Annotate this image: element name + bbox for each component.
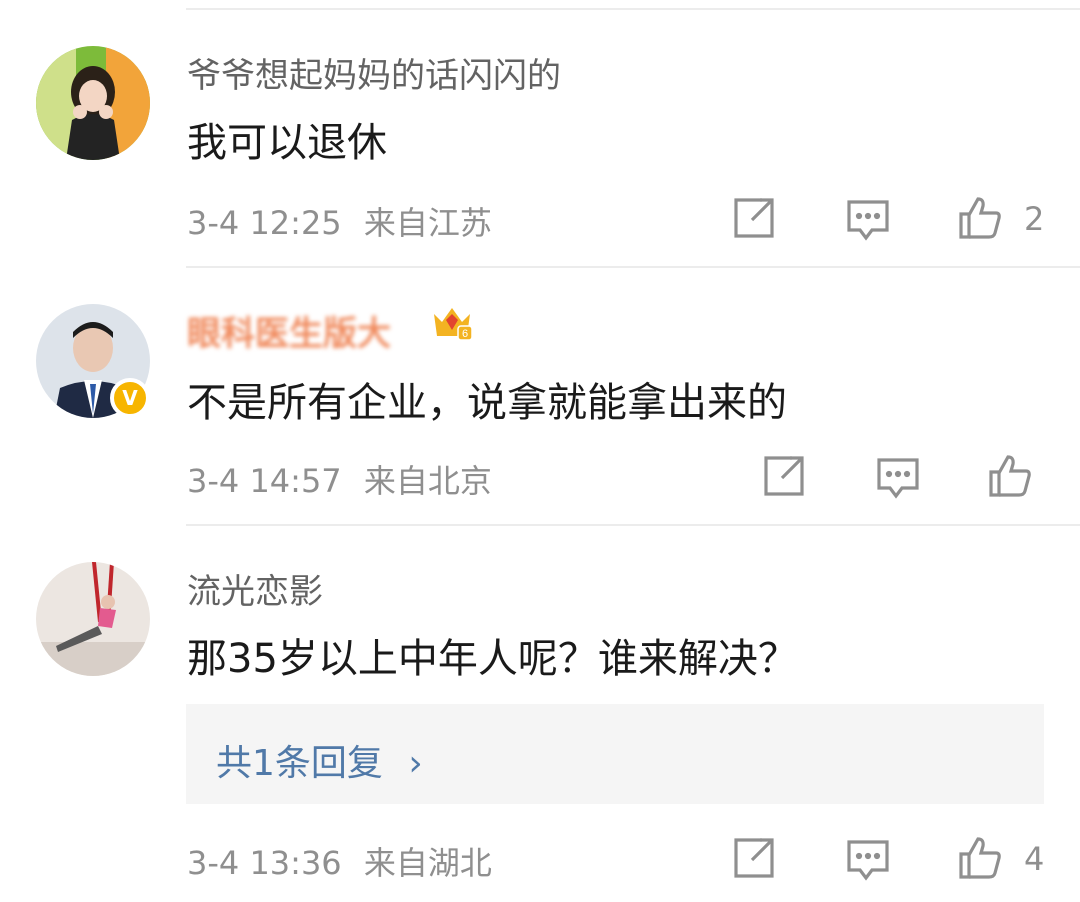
comment-location: 来自北京 xyxy=(363,462,492,500)
comment-location: 来自江苏 xyxy=(363,204,492,242)
crown-level: 6 xyxy=(462,328,468,340)
comment-icon[interactable] xyxy=(846,198,890,242)
like-icon[interactable] xyxy=(988,454,1032,498)
comment-icon[interactable] xyxy=(846,838,890,882)
verified-badge: V xyxy=(110,378,150,418)
chevron-right-icon: › xyxy=(408,743,423,784)
comment-meta: 3-4 14:57 来自北京 xyxy=(187,456,492,502)
reply-box[interactable]: 共1条回复 › xyxy=(186,704,1044,804)
comment-icon[interactable] xyxy=(876,456,920,500)
username[interactable]: 流光恋影 xyxy=(187,564,323,613)
like-count: 4 xyxy=(1024,840,1045,878)
comment-location: 来自湖北 xyxy=(363,844,492,882)
like-count: 2 xyxy=(1024,200,1045,238)
like-icon[interactable] xyxy=(958,836,1002,880)
comment-meta: 3-4 13:36 来自湖北 xyxy=(187,838,492,884)
comment-text: 不是所有企业，说拿就能拿出来的 xyxy=(187,380,787,426)
comment-time: 3-4 14:57 xyxy=(187,462,342,500)
view-replies-link[interactable]: 共1条回复 › xyxy=(216,734,423,786)
divider xyxy=(186,8,1080,10)
repost-icon[interactable] xyxy=(762,454,806,498)
divider xyxy=(186,524,1080,526)
comment-time: 3-4 12:25 xyxy=(187,204,342,242)
repost-icon[interactable] xyxy=(732,196,776,240)
divider xyxy=(186,266,1080,268)
repost-icon[interactable] xyxy=(732,836,776,880)
like-icon[interactable] xyxy=(958,196,1002,240)
avatar[interactable] xyxy=(36,562,150,676)
username[interactable]: 眼科医生版大 xyxy=(187,306,391,355)
comment-text: 那35岁以上中年人呢？谁来解决？ xyxy=(187,636,798,682)
username[interactable]: 爷爷想起妈妈的话闪闪的 xyxy=(187,48,561,97)
comment-feed: 爷爷想起妈妈的话闪闪的 我可以退休 3-4 12:25 来自江苏 2 V 眼科医… xyxy=(0,0,1080,902)
comment-text: 我可以退休 xyxy=(187,120,387,166)
comment-time: 3-4 13:36 xyxy=(187,844,342,882)
comment-meta: 3-4 12:25 来自江苏 xyxy=(187,198,492,244)
reply-count-label: 共1条回复 xyxy=(216,743,383,784)
avatar[interactable] xyxy=(36,46,150,160)
crown-icon: 6 xyxy=(434,308,473,341)
